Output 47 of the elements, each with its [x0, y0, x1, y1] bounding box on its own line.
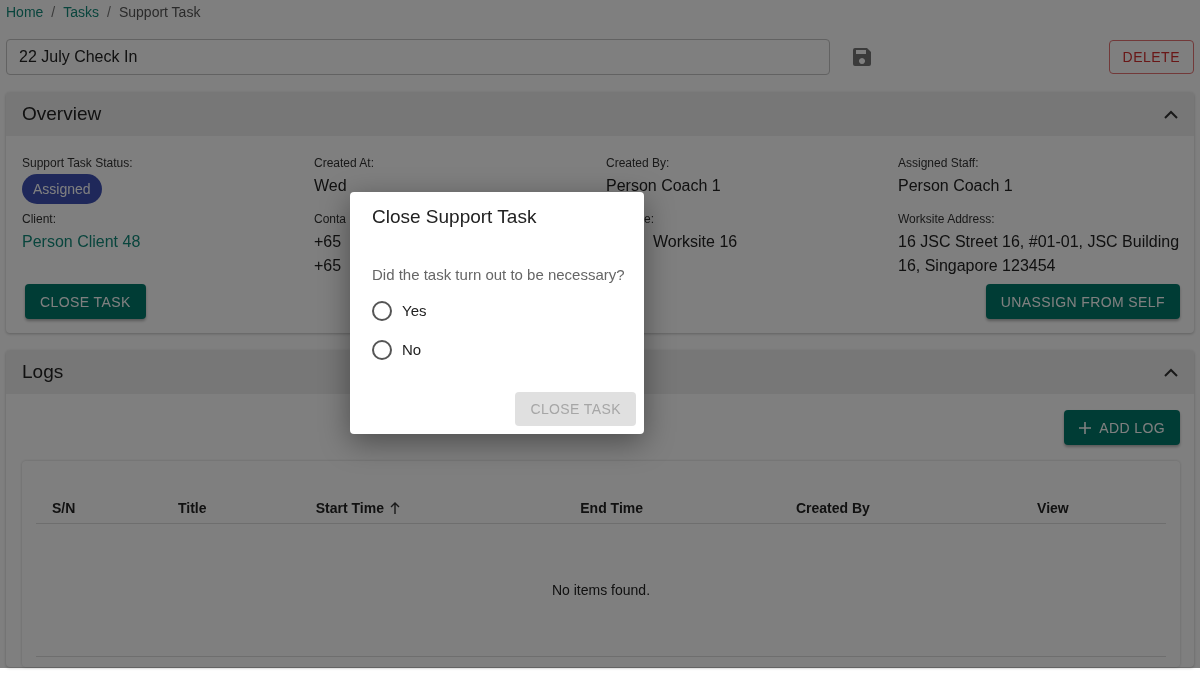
chevron-icon[interactable] [1164, 368, 1178, 377]
breadcrumb-separator: / [51, 4, 56, 20]
unassign-button[interactable]: UNASSIGN FROM SELF [985, 284, 1180, 319]
column-header[interactable]: Created By [796, 500, 870, 516]
add-log-button[interactable]: ADD LOG [1064, 410, 1180, 445]
close-task-button[interactable]: CLOSE TASK [25, 284, 146, 319]
field-label: Created At: [314, 156, 375, 170]
field-label: Client: [22, 212, 56, 226]
field-label: e: [644, 212, 654, 226]
field-value: +65 [314, 232, 342, 252]
column-header[interactable]: End Time [580, 500, 644, 516]
breadcrumb-link[interactable]: Home [6, 4, 44, 20]
radio-label[interactable]: No [402, 341, 422, 358]
dialog-question: Did the task turn out to be necessary? [372, 266, 626, 283]
radio-button[interactable] [372, 300, 392, 321]
field-value: Person Coach 1 [898, 176, 1013, 196]
breadcrumb-link[interactable]: Tasks [63, 4, 100, 20]
column-header[interactable]: Title [177, 500, 207, 516]
plus-icon [1079, 421, 1092, 434]
chevron-icon[interactable] [1164, 110, 1178, 119]
save-icon[interactable] [853, 48, 871, 66]
field-value: Person Coach 1 [606, 176, 721, 196]
field-value: Wed [314, 176, 347, 196]
field-label: Created By: [606, 156, 670, 170]
radio-label[interactable]: Yes [402, 302, 427, 319]
sort-arrow-icon[interactable] [389, 502, 400, 514]
radio-button[interactable] [372, 339, 392, 360]
column-header[interactable]: S/N [52, 500, 76, 516]
column-header[interactable]: View [1037, 500, 1069, 516]
title-field[interactable]: 22 July Check In [6, 39, 830, 75]
field-label: Assigned Staff: [898, 156, 979, 170]
client-link[interactable]: Person Client 48 [22, 230, 141, 254]
breadcrumb-current: Support Task [118, 4, 201, 20]
column-header[interactable]: Start Time [315, 500, 384, 516]
breadcrumb-separator: / [107, 4, 111, 20]
section-title: Logs [22, 361, 64, 383]
field-label: Worksite Address: [898, 212, 995, 226]
field-label: Conta [314, 212, 347, 226]
dialog-title: Close Support Task [372, 206, 538, 228]
field-label: Support Task Status: [22, 156, 133, 170]
delete-button[interactable]: DELETE [1108, 40, 1194, 74]
section-title: Overview [22, 103, 102, 125]
field-value: +65 [314, 256, 342, 276]
field-value: 16 JSC Street 16, #01-01, JSC Building 16, Singapore 123454 [898, 232, 1181, 276]
field-value: Worksite 16 [652, 232, 738, 252]
empty-message: No items found. [551, 582, 651, 598]
status-chip: Assigned [22, 174, 102, 204]
